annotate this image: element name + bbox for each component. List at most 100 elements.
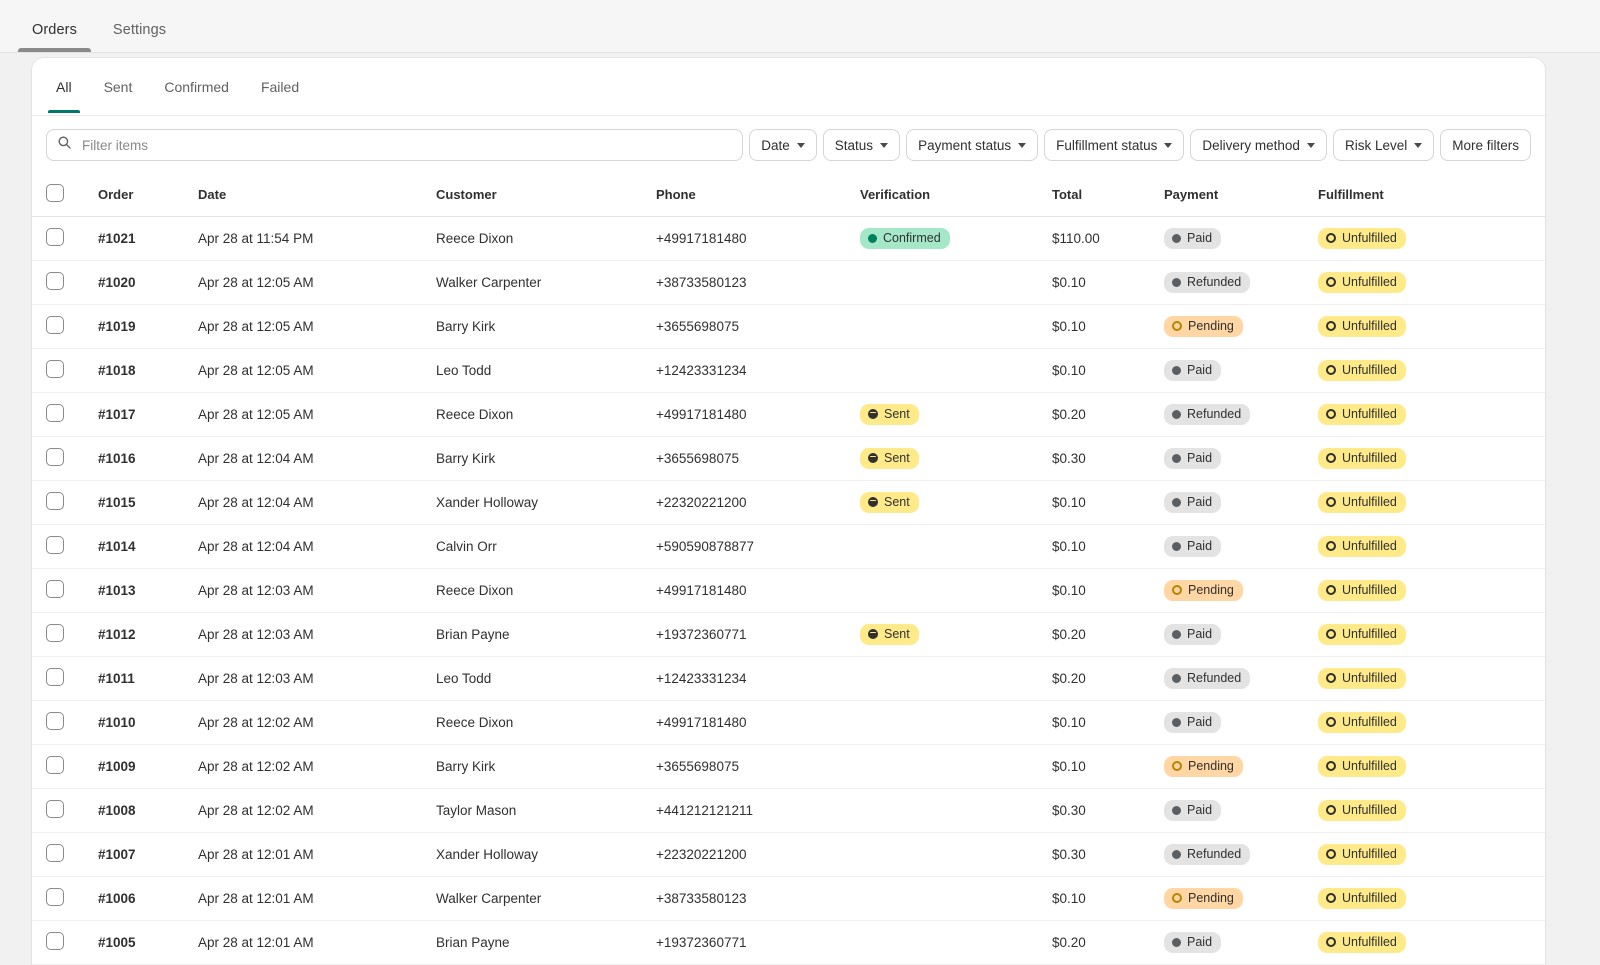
row-select-cell — [32, 921, 98, 965]
column-header-customer[interactable]: Customer — [436, 174, 656, 217]
filter-status-button[interactable]: Status — [823, 129, 900, 161]
table-row[interactable]: #1009Apr 28 at 12:02 AMBarry Kirk+365569… — [32, 745, 1545, 789]
column-header-fulfillment[interactable]: Fulfillment — [1318, 174, 1545, 217]
status-ring-icon — [1326, 321, 1336, 331]
table-row[interactable]: #1007Apr 28 at 12:01 AMXander Holloway+2… — [32, 833, 1545, 877]
filter-fulfillment-status-button[interactable]: Fulfillment status — [1044, 129, 1184, 161]
fulfillment-status-badge: Unfulfilled — [1318, 668, 1406, 689]
table-row[interactable]: #1006Apr 28 at 12:01 AMWalker Carpenter+… — [32, 877, 1545, 921]
cell-payment: Pending — [1164, 305, 1318, 349]
fulfillment-status-badge-label: Unfulfilled — [1342, 230, 1397, 246]
tab-all-label: All — [56, 79, 72, 95]
cell-order: #1020 — [98, 261, 198, 305]
column-header-payment[interactable]: Payment — [1164, 174, 1318, 217]
status-dot-icon — [1172, 674, 1181, 683]
column-header-verification[interactable]: Verification — [860, 174, 1052, 217]
table-row[interactable]: #1017Apr 28 at 12:05 AMReece Dixon+49917… — [32, 393, 1545, 437]
row-select-checkbox[interactable] — [46, 844, 64, 862]
cell-payment: Paid — [1164, 921, 1318, 965]
table-row[interactable]: #1011Apr 28 at 12:03 AMLeo Todd+12423331… — [32, 657, 1545, 701]
cell-verification: Sent — [860, 393, 1052, 437]
cell-customer: Leo Todd — [436, 657, 656, 701]
cell-phone: +22320221200 — [656, 833, 860, 877]
table-row[interactable]: #1005Apr 28 at 12:01 AMBrian Payne+19372… — [32, 921, 1545, 965]
cell-date: Apr 28 at 12:03 AM — [198, 613, 436, 657]
filter-date-button[interactable]: Date — [749, 129, 817, 161]
table-row[interactable]: #1016Apr 28 at 12:04 AMBarry Kirk+365569… — [32, 437, 1545, 481]
cell-date: Apr 28 at 12:04 AM — [198, 481, 436, 525]
row-select-checkbox[interactable] — [46, 932, 64, 950]
fulfillment-status-badge-label: Unfulfilled — [1342, 890, 1397, 906]
row-select-checkbox[interactable] — [46, 756, 64, 774]
filter-delivery-method-button[interactable]: Delivery method — [1190, 129, 1327, 161]
cell-total: $0.20 — [1052, 657, 1164, 701]
table-row[interactable]: #1020Apr 28 at 12:05 AMWalker Carpenter+… — [32, 261, 1545, 305]
tab-all[interactable]: All — [40, 60, 88, 113]
cell-payment: Paid — [1164, 349, 1318, 393]
row-select-checkbox[interactable] — [46, 668, 64, 686]
cell-date: Apr 28 at 12:04 AM — [198, 437, 436, 481]
status-ring-icon — [1326, 717, 1336, 727]
select-all-checkbox[interactable] — [46, 184, 64, 202]
fulfillment-status-badge: Unfulfilled — [1318, 888, 1406, 909]
row-select-checkbox[interactable] — [46, 712, 64, 730]
filter-risk-level-button[interactable]: Risk Level — [1333, 129, 1434, 161]
cell-total: $0.10 — [1052, 701, 1164, 745]
filter-payment-status-button[interactable]: Payment status — [906, 129, 1038, 161]
status-dot-icon — [1172, 718, 1181, 727]
row-select-checkbox[interactable] — [46, 404, 64, 422]
table-row[interactable]: #1013Apr 28 at 12:03 AMReece Dixon+49917… — [32, 569, 1545, 613]
column-header-phone[interactable]: Phone — [656, 174, 860, 217]
cell-fulfillment: Unfulfilled — [1318, 701, 1545, 745]
table-row[interactable]: #1015Apr 28 at 12:04 AMXander Holloway+2… — [32, 481, 1545, 525]
status-ring-icon — [1172, 893, 1182, 903]
table-row[interactable]: #1021Apr 28 at 11:54 PMReece Dixon+49917… — [32, 217, 1545, 261]
row-select-checkbox[interactable] — [46, 316, 64, 334]
cell-phone: +49917181480 — [656, 701, 860, 745]
table-row[interactable]: #1012Apr 28 at 12:03 AMBrian Payne+19372… — [32, 613, 1545, 657]
search-box[interactable] — [46, 129, 743, 161]
tab-failed[interactable]: Failed — [245, 60, 315, 113]
row-select-checkbox[interactable] — [46, 360, 64, 378]
cell-customer: Xander Holloway — [436, 481, 656, 525]
row-select-cell — [32, 525, 98, 569]
cell-verification: Sent — [860, 613, 1052, 657]
search-input[interactable] — [80, 137, 732, 154]
status-ring-icon — [1326, 365, 1336, 375]
table-row[interactable]: #1014Apr 28 at 12:04 AMCalvin Orr+590590… — [32, 525, 1545, 569]
cell-fulfillment: Unfulfilled — [1318, 349, 1545, 393]
row-select-checkbox[interactable] — [46, 536, 64, 554]
row-select-checkbox[interactable] — [46, 888, 64, 906]
table-row[interactable]: #1018Apr 28 at 12:05 AMLeo Todd+12423331… — [32, 349, 1545, 393]
payment-status-badge-label: Paid — [1187, 626, 1212, 642]
row-select-checkbox[interactable] — [46, 624, 64, 642]
tab-sent[interactable]: Sent — [88, 60, 149, 113]
row-select-checkbox[interactable] — [46, 272, 64, 290]
column-header-order[interactable]: Order — [98, 174, 198, 217]
tab-confirmed[interactable]: Confirmed — [148, 60, 245, 113]
verification-status-badge: Sent — [860, 624, 919, 645]
cell-phone: +19372360771 — [656, 921, 860, 965]
row-select-checkbox[interactable] — [46, 448, 64, 466]
table-row[interactable]: #1008Apr 28 at 12:02 AMTaylor Mason+4412… — [32, 789, 1545, 833]
column-header-date[interactable]: Date — [198, 174, 436, 217]
filter-risk-level-label: Risk Level — [1345, 138, 1407, 153]
fulfillment-status-badge-label: Unfulfilled — [1342, 626, 1397, 642]
row-select-checkbox[interactable] — [46, 800, 64, 818]
topnav-tab-orders[interactable]: Orders — [14, 22, 95, 52]
more-filters-button[interactable]: More filters — [1440, 129, 1531, 161]
row-select-checkbox[interactable] — [46, 228, 64, 246]
cell-customer: Taylor Mason — [436, 789, 656, 833]
cell-total: $0.10 — [1052, 261, 1164, 305]
row-select-checkbox[interactable] — [46, 580, 64, 598]
table-row[interactable]: #1010Apr 28 at 12:02 AMReece Dixon+49917… — [32, 701, 1545, 745]
row-select-checkbox[interactable] — [46, 492, 64, 510]
topnav-tab-settings[interactable]: Settings — [95, 22, 184, 52]
cell-fulfillment: Unfulfilled — [1318, 437, 1545, 481]
payment-status-badge-label: Pending — [1188, 890, 1234, 906]
table-row[interactable]: #1019Apr 28 at 12:05 AMBarry Kirk+365569… — [32, 305, 1545, 349]
cell-verification — [860, 569, 1052, 613]
cell-payment: Paid — [1164, 701, 1318, 745]
payment-status-badge: Paid — [1164, 360, 1221, 381]
column-header-total[interactable]: Total — [1052, 174, 1164, 217]
